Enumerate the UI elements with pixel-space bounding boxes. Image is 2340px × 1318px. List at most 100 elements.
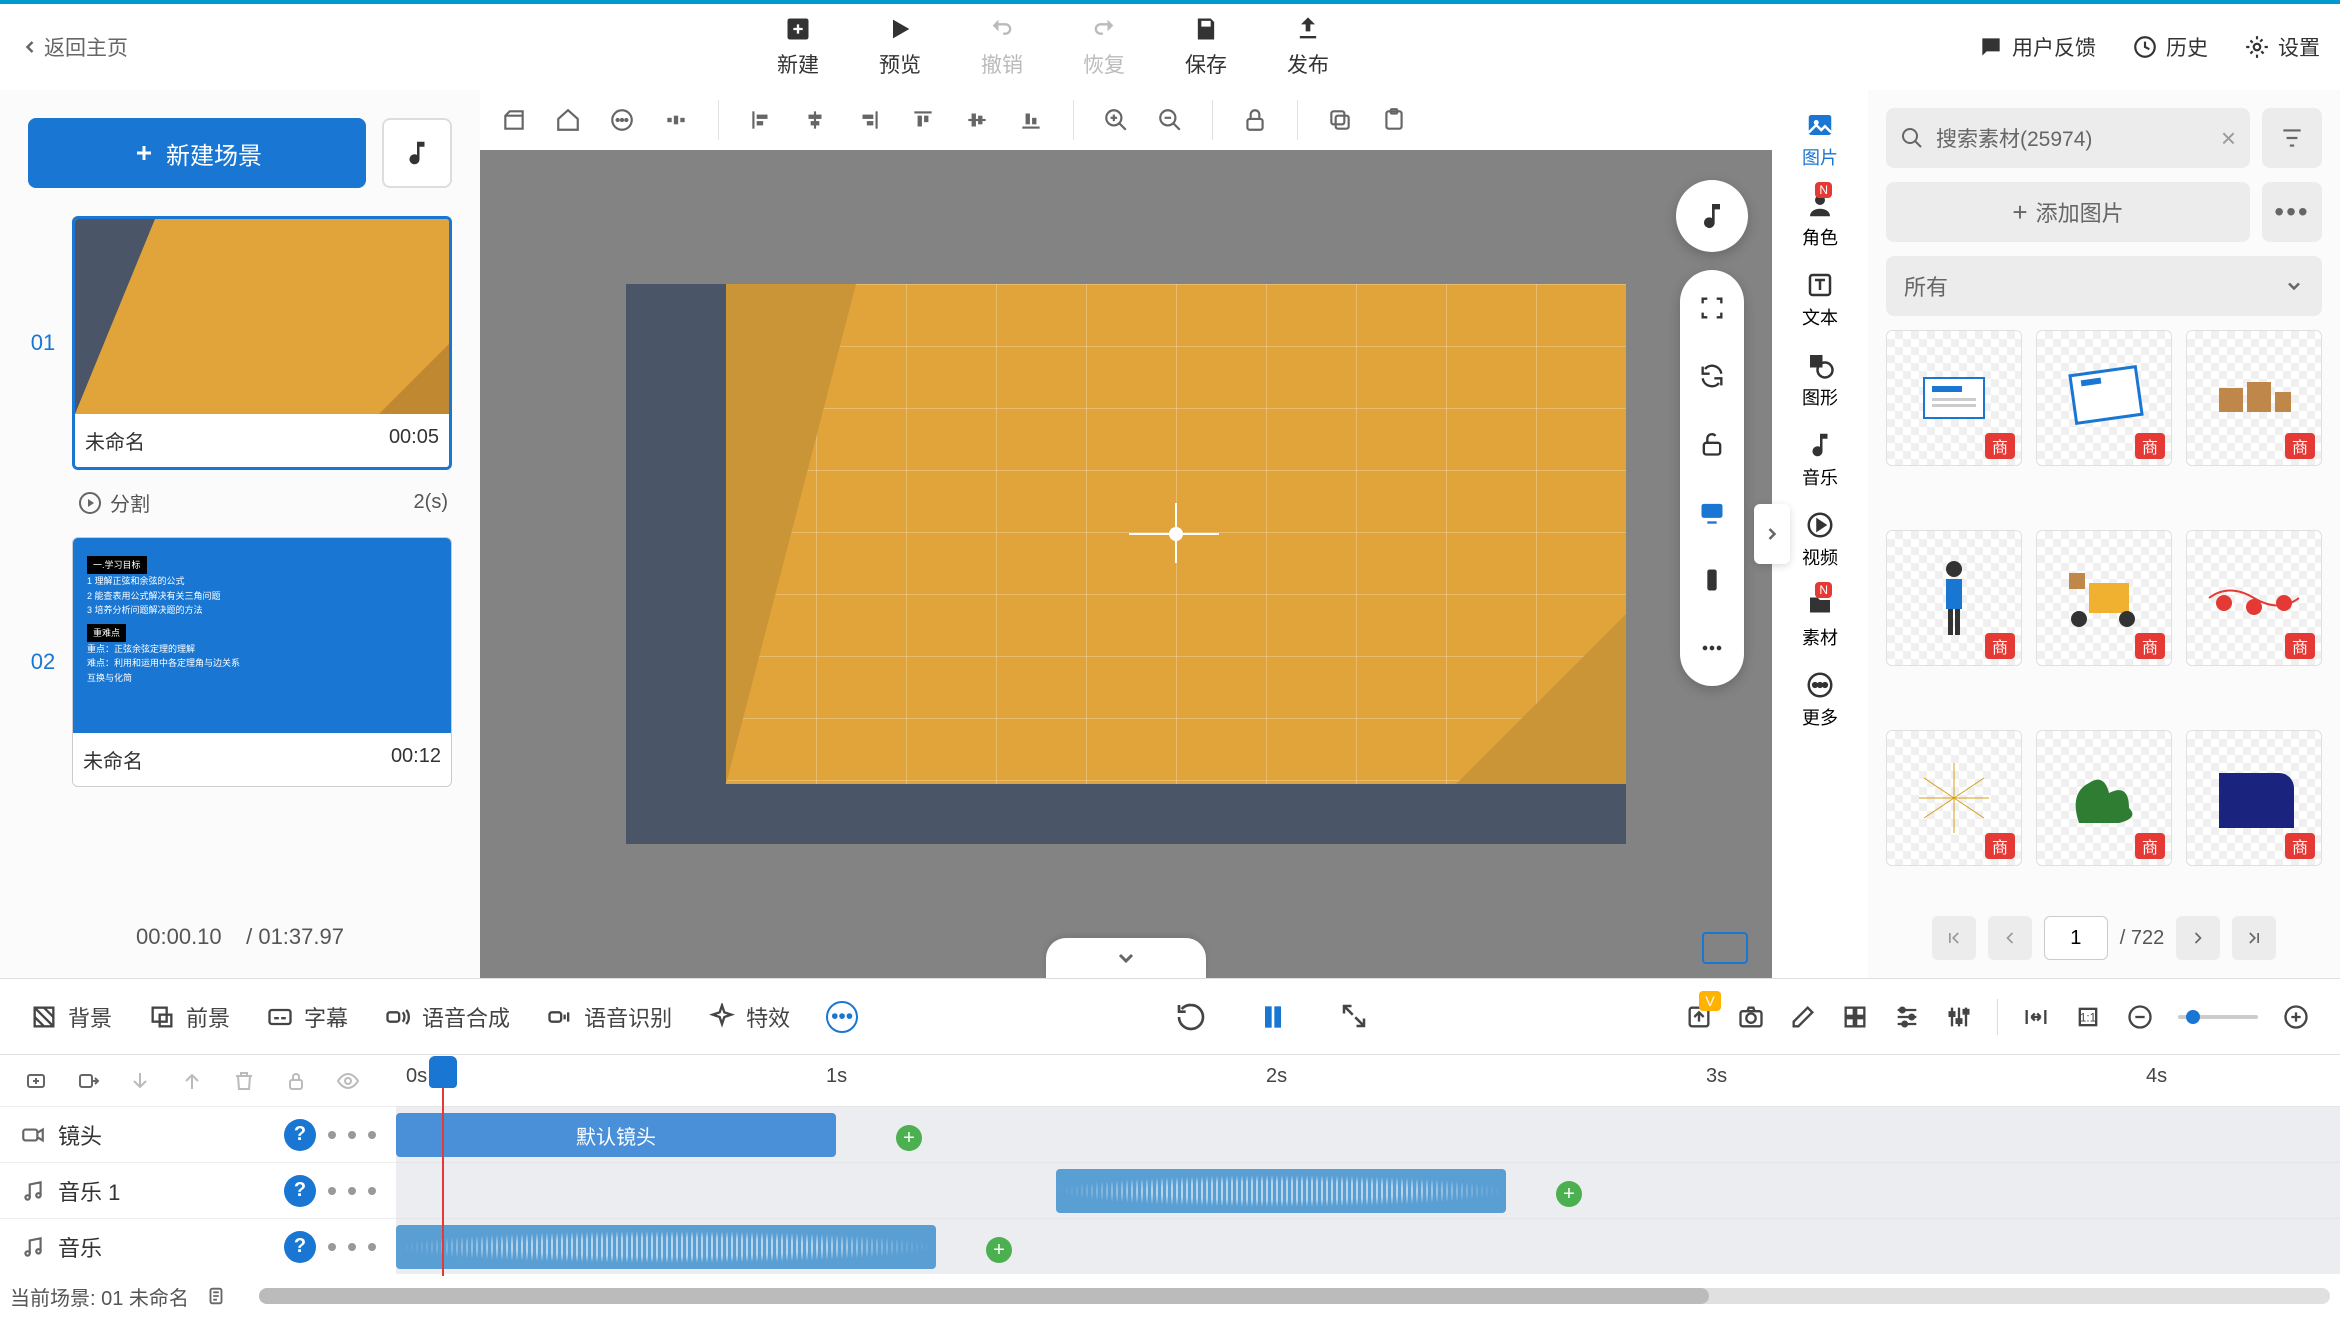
more-circle-icon[interactable]: [600, 98, 644, 142]
undo-button[interactable]: 撤销: [981, 15, 1023, 79]
phone-icon[interactable]: [1692, 560, 1732, 600]
zoom-in-button[interactable]: [2282, 1003, 2310, 1031]
stage[interactable]: [726, 284, 1626, 784]
playhead[interactable]: [442, 1056, 444, 1276]
lock-track-icon[interactable]: [284, 1069, 308, 1093]
adjust-button[interactable]: [1893, 1003, 1921, 1031]
pager-first-button[interactable]: [1932, 916, 1976, 960]
help-icon[interactable]: ?: [284, 1119, 316, 1151]
copy-icon[interactable]: [1318, 98, 1362, 142]
down-icon[interactable]: [128, 1069, 152, 1093]
copy-status-icon[interactable]: [205, 1285, 227, 1307]
grid-button[interactable]: [1841, 1003, 1869, 1031]
edit-button[interactable]: [1789, 1003, 1817, 1031]
rail-image[interactable]: 图片: [1802, 104, 1838, 176]
pager-prev-button[interactable]: [1988, 916, 2032, 960]
expand-panel-button[interactable]: [1754, 504, 1790, 564]
pager-next-button[interactable]: [2176, 916, 2220, 960]
tts-button[interactable]: 语音合成: [384, 1001, 510, 1033]
align-center-h-icon[interactable]: [793, 98, 837, 142]
zoom-out-button[interactable]: [2126, 1003, 2154, 1031]
help-icon[interactable]: ?: [284, 1231, 316, 1263]
asset-item[interactable]: 商: [2036, 730, 2172, 866]
rail-shape[interactable]: 图形: [1802, 344, 1838, 416]
filter-dropdown[interactable]: 所有: [1886, 256, 2322, 316]
camera-clip[interactable]: 默认镜头: [396, 1113, 836, 1157]
align-bottom-icon[interactable]: [1009, 98, 1053, 142]
asset-item[interactable]: 商: [2186, 330, 2322, 466]
add-keyframe-button[interactable]: +: [986, 1237, 1012, 1263]
fit-width-button[interactable]: [2022, 1003, 2050, 1031]
rail-text[interactable]: 文本: [1802, 264, 1838, 336]
home-icon[interactable]: [546, 98, 590, 142]
subtitle-button[interactable]: 字幕: [266, 1001, 348, 1033]
rail-material[interactable]: 素材 N: [1802, 584, 1838, 656]
pause-button[interactable]: [1257, 1001, 1289, 1033]
settings-button[interactable]: 设置: [2244, 32, 2320, 62]
redo-button[interactable]: 恢复: [1083, 15, 1125, 79]
asset-item[interactable]: 商: [1886, 330, 2022, 466]
preview-button[interactable]: 预览: [879, 15, 921, 79]
new-button[interactable]: 新建: [777, 15, 819, 79]
export-button[interactable]: [1685, 1003, 1713, 1031]
add-keyframe-button[interactable]: +: [896, 1125, 922, 1151]
global-music-button[interactable]: [382, 118, 452, 188]
zoom-slider[interactable]: [2178, 1015, 2258, 1019]
aspect-indicator[interactable]: [1702, 932, 1748, 964]
audio-clip-2[interactable]: [396, 1225, 936, 1269]
track-music-2[interactable]: 音乐 ?: [0, 1218, 396, 1274]
search-input[interactable]: 搜索素材(25974) ×: [1886, 108, 2250, 168]
timeline-ruler[interactable]: 0s 1s 2s 3s 4s: [396, 1054, 2340, 1106]
monitor-icon[interactable]: [1692, 492, 1732, 532]
asset-item[interactable]: 商: [2036, 530, 2172, 666]
rail-video[interactable]: 视频: [1802, 504, 1838, 576]
back-button[interactable]: 返回主页: [20, 32, 128, 62]
rail-character[interactable]: 角色 N: [1802, 184, 1838, 256]
new-scene-button[interactable]: 新建场景: [28, 118, 366, 188]
pager-input[interactable]: [2044, 916, 2108, 960]
panel-more-button[interactable]: •••: [2262, 182, 2322, 242]
save-button[interactable]: 保存: [1185, 15, 1227, 79]
publish-button[interactable]: 发布: [1287, 15, 1329, 79]
scene-item-2[interactable]: 02 一.学习目标 1 理解正弦和余弦的公式 2 能查表用公式解决有关三角问题 …: [28, 537, 452, 787]
fullscreen-icon[interactable]: [1692, 288, 1732, 328]
asr-button[interactable]: 语音识别: [546, 1001, 672, 1033]
help-icon[interactable]: ?: [284, 1175, 316, 1207]
camera-button[interactable]: [1737, 1003, 1765, 1031]
background-button[interactable]: 背景: [30, 1001, 112, 1033]
feedback-button[interactable]: 用户反馈: [1978, 32, 2096, 62]
align-left-icon[interactable]: [739, 98, 783, 142]
more-icon[interactable]: [1692, 628, 1732, 668]
pager-last-button[interactable]: [2232, 916, 2276, 960]
timeline-scrollbar[interactable]: [259, 1288, 2330, 1304]
split-button[interactable]: 分割: [78, 488, 150, 517]
up-icon[interactable]: [180, 1069, 204, 1093]
history-button[interactable]: 历史: [2132, 32, 2208, 62]
foreground-button[interactable]: 前景: [148, 1001, 230, 1033]
asset-item[interactable]: 商: [2186, 730, 2322, 866]
scene-item-1[interactable]: 01 未命名 00:05: [28, 216, 452, 470]
expand-button[interactable]: [1339, 1001, 1369, 1033]
track-music-1[interactable]: 音乐 1 ?: [0, 1162, 396, 1218]
add-image-button[interactable]: + 添加图片: [1886, 182, 2250, 242]
audio-clip-1[interactable]: [1056, 1169, 1506, 1213]
zoom-out-icon[interactable]: [1148, 98, 1192, 142]
align-top-icon[interactable]: [901, 98, 945, 142]
float-music-button[interactable]: [1676, 180, 1748, 252]
asset-item[interactable]: 商: [1886, 730, 2022, 866]
rewind-button[interactable]: [1175, 1001, 1207, 1033]
rotate-icon[interactable]: [1692, 356, 1732, 396]
track-out-icon[interactable]: [76, 1069, 100, 1093]
trash-icon[interactable]: [232, 1069, 256, 1093]
distribute-icon[interactable]: [654, 98, 698, 142]
track-camera[interactable]: 镜头 ?: [0, 1106, 396, 1162]
fx-button[interactable]: 特效: [708, 1001, 790, 1033]
ruler-icon[interactable]: [492, 98, 536, 142]
rail-more[interactable]: 更多: [1802, 664, 1838, 736]
lock-icon[interactable]: [1233, 98, 1277, 142]
canvas-viewport[interactable]: [480, 150, 1772, 978]
add-keyframe-button[interactable]: +: [1556, 1181, 1582, 1207]
eye-icon[interactable]: [336, 1069, 360, 1093]
unlock-icon[interactable]: [1692, 424, 1732, 464]
collapse-down-button[interactable]: [1046, 938, 1206, 978]
